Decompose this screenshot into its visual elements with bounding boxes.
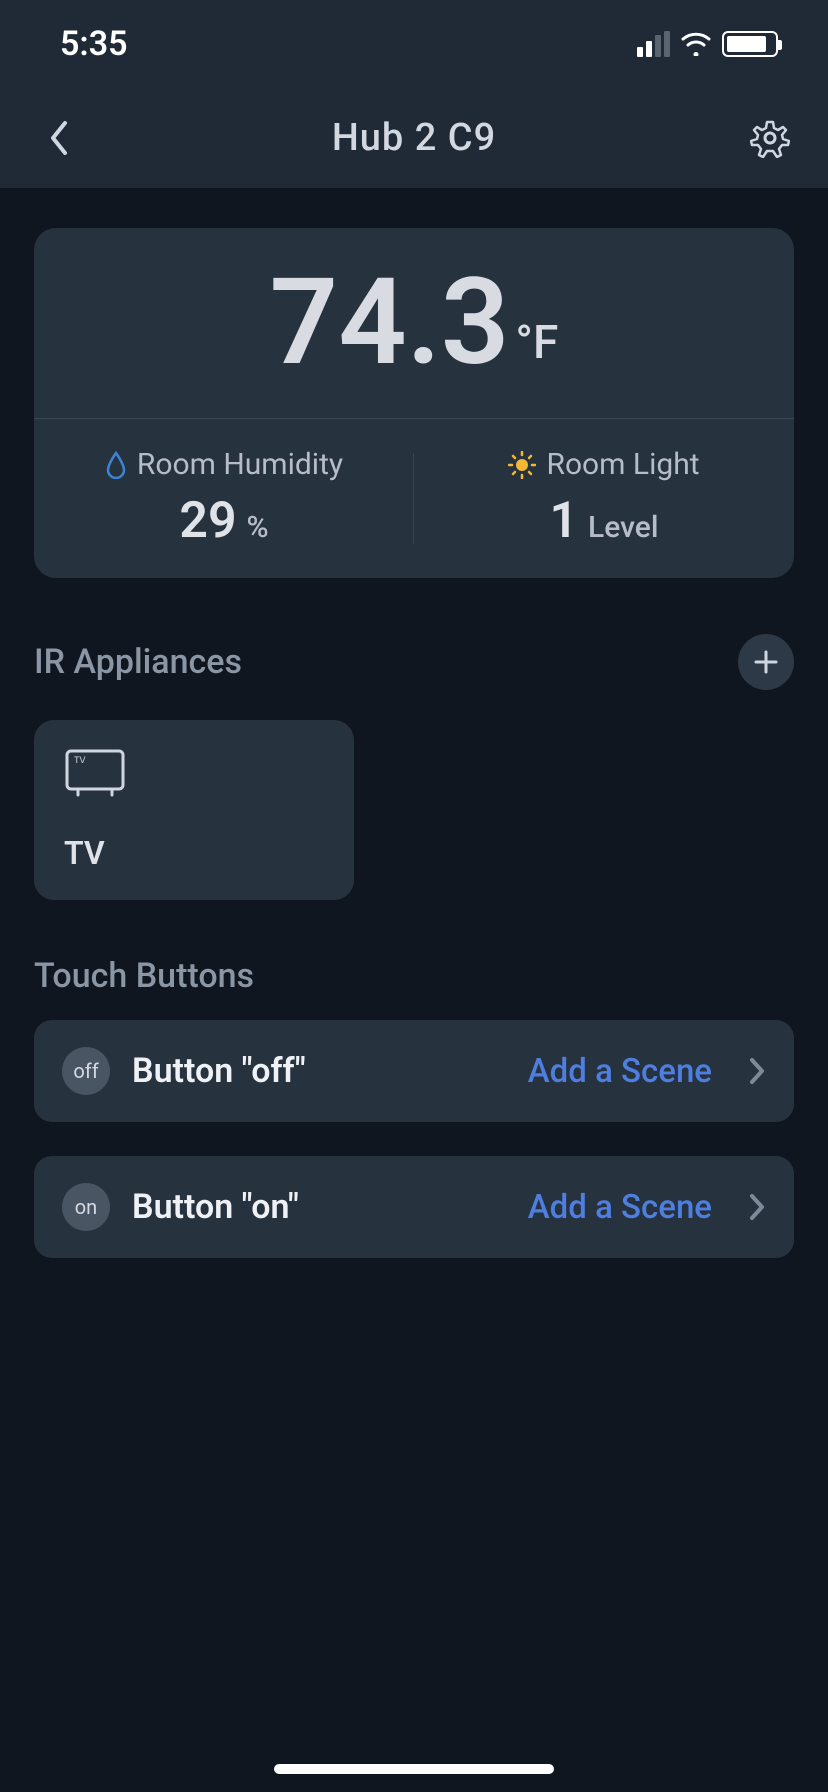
- ir-section-title: IR Appliances: [34, 642, 242, 682]
- nav-header: Hub 2 C9: [0, 88, 828, 188]
- status-bar: 5:35: [0, 0, 828, 88]
- sun-icon: [508, 451, 536, 479]
- temperature-unit: °F: [515, 316, 558, 370]
- on-badge: on: [62, 1183, 110, 1231]
- humidity-cell: Room Humidity 29 %: [34, 419, 414, 578]
- battery-icon: [722, 31, 778, 57]
- appliance-tv-card[interactable]: TV TV: [34, 720, 354, 900]
- touch-button-on-row[interactable]: on Button "on" Add a Scene: [34, 1156, 794, 1258]
- cellular-signal-icon: [637, 31, 670, 57]
- touch-on-label: Button "on": [132, 1187, 506, 1227]
- off-badge: off: [62, 1047, 110, 1095]
- sensor-card[interactable]: 74.3 °F Room Humidity 29 %: [34, 228, 794, 578]
- gear-icon: [750, 118, 790, 158]
- touch-section-title: Touch Buttons: [34, 956, 254, 996]
- ir-section-header: IR Appliances: [34, 634, 794, 690]
- temperature-value: 74.3: [270, 263, 510, 383]
- tv-icon: TV: [64, 748, 126, 798]
- page-title: Hub 2 C9: [332, 116, 496, 160]
- humidity-unit: %: [247, 510, 269, 545]
- temperature-display: 74.3 °F: [34, 228, 794, 418]
- humidity-value: 29: [179, 492, 236, 550]
- light-label: Room Light: [546, 447, 699, 482]
- light-value: 1: [549, 492, 578, 550]
- chevron-right-icon: [748, 1192, 766, 1222]
- wifi-icon: [680, 32, 712, 56]
- add-appliance-button[interactable]: [738, 634, 794, 690]
- chevron-left-icon: [47, 119, 69, 157]
- light-unit: Level: [588, 510, 659, 545]
- home-indicator[interactable]: [274, 1764, 554, 1774]
- appliance-tv-label: TV: [64, 834, 324, 872]
- plus-icon: [753, 649, 779, 675]
- svg-text:TV: TV: [74, 755, 86, 765]
- status-time: 5:35: [60, 24, 128, 64]
- touch-off-action[interactable]: Add a Scene: [528, 1052, 712, 1091]
- back-button[interactable]: [34, 114, 82, 162]
- humidity-label: Room Humidity: [137, 447, 343, 482]
- chevron-right-icon: [748, 1056, 766, 1086]
- touch-button-off-row[interactable]: off Button "off" Add a Scene: [34, 1020, 794, 1122]
- droplet-icon: [105, 451, 127, 479]
- touch-on-action[interactable]: Add a Scene: [528, 1188, 712, 1227]
- light-cell: Room Light 1 Level: [414, 419, 794, 578]
- status-indicators: [637, 31, 778, 57]
- touch-off-label: Button "off": [132, 1051, 506, 1091]
- settings-button[interactable]: [746, 114, 794, 162]
- touch-section-header: Touch Buttons: [34, 956, 794, 996]
